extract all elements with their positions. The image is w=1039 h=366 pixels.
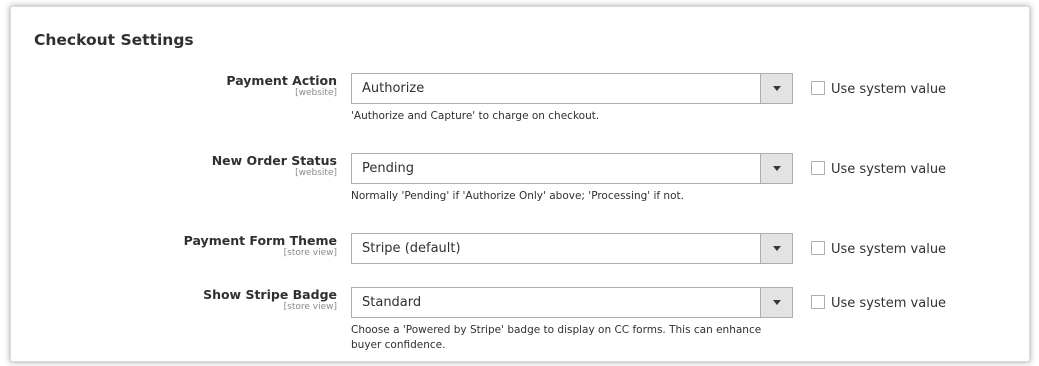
checkbox[interactable] (811, 241, 825, 255)
chevron-down-icon (773, 86, 781, 91)
section-title: Checkout Settings (34, 31, 194, 49)
new-order-status-use-system-value[interactable]: Use system value (811, 161, 946, 177)
dropdown-toggle[interactable] (760, 154, 792, 183)
payment-form-theme-label-group: Payment Form Theme [store view] (184, 233, 337, 259)
field-note: 'Authorize and Capture' to charge on che… (351, 110, 600, 122)
payment-form-theme-select[interactable]: Stripe (default) (351, 233, 793, 264)
payment-action-label-group: Payment Action [website] (226, 73, 337, 99)
show-stripe-badge-use-system-value[interactable]: Use system value (811, 295, 946, 311)
checkbox-label: Use system value (831, 82, 947, 97)
field-label: Payment Action (226, 73, 337, 88)
new-order-status-label-group: New Order Status [website] (212, 153, 337, 179)
chevron-down-icon (773, 166, 781, 171)
dropdown-toggle[interactable] (760, 288, 792, 317)
field-label: Payment Form Theme (183, 233, 337, 248)
field-note: Choose a 'Powered by Stripe' badge to di… (351, 324, 762, 351)
chevron-down-icon (773, 300, 781, 305)
select-value: Authorize (362, 81, 425, 96)
field-scope: [website] (295, 168, 337, 178)
new-order-status-select[interactable]: Pending (351, 153, 793, 184)
field-note: Normally 'Pending' if 'Authorize Only' a… (351, 190, 684, 202)
field-label: New Order Status (211, 153, 337, 168)
field-scope: [store view] (283, 248, 337, 258)
dropdown-toggle[interactable] (760, 74, 792, 103)
select-value: Standard (362, 295, 422, 310)
select-value: Stripe (default) (362, 241, 461, 256)
checkout-settings-panel: Checkout Settings Payment Action [websit… (10, 6, 1030, 362)
select-value: Pending (362, 161, 414, 176)
checkbox[interactable] (811, 161, 825, 175)
show-stripe-badge-select[interactable]: Standard (351, 287, 793, 318)
chevron-down-icon (773, 246, 781, 251)
payment-form-theme-use-system-value[interactable]: Use system value (811, 241, 946, 257)
field-scope: [store view] (283, 302, 337, 312)
field-scope: [website] (295, 88, 337, 98)
field-label: Show Stripe Badge (203, 287, 337, 302)
show-stripe-badge-label-group: Show Stripe Badge [store view] (203, 287, 337, 313)
dropdown-toggle[interactable] (760, 234, 792, 263)
checkbox-label: Use system value (831, 242, 947, 257)
checkbox-label: Use system value (831, 296, 947, 311)
payment-action-select[interactable]: Authorize (351, 73, 793, 104)
checkbox[interactable] (811, 81, 825, 95)
checkbox[interactable] (811, 295, 825, 309)
checkbox-label: Use system value (831, 162, 947, 177)
payment-action-use-system-value[interactable]: Use system value (811, 81, 946, 97)
